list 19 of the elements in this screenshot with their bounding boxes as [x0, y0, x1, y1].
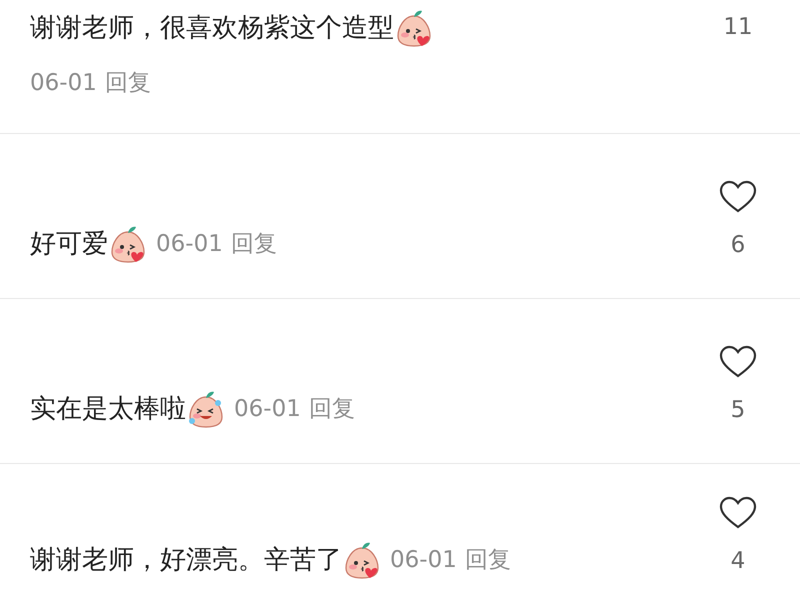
heart-icon[interactable]	[719, 496, 757, 530]
reply-link[interactable]: 回复	[230, 225, 277, 263]
comment-text: 谢谢老师，很喜欢杨紫这个造型	[30, 12, 394, 45]
like-count: 4	[730, 547, 746, 576]
like-count: 6	[730, 231, 746, 260]
comment-date: 06-01	[390, 546, 457, 575]
comment-date: 06-01	[234, 395, 301, 424]
like-count: 11	[723, 13, 753, 42]
heart-icon[interactable]	[719, 345, 757, 379]
comment-date: 06-01	[156, 230, 223, 259]
reply-link[interactable]: 回复	[104, 64, 151, 102]
comment-text: 实在是太棒啦	[30, 393, 186, 426]
reply-link[interactable]: 回复	[308, 390, 355, 428]
comment-text: 好可爱	[30, 228, 108, 261]
comment-text: 谢谢老师，好漂亮。辛苦了	[30, 544, 342, 577]
like-count: 5	[730, 396, 746, 425]
comment-date: 06-01	[30, 69, 97, 98]
heart-icon[interactable]	[719, 180, 757, 214]
reply-link[interactable]: 回复	[464, 541, 511, 579]
